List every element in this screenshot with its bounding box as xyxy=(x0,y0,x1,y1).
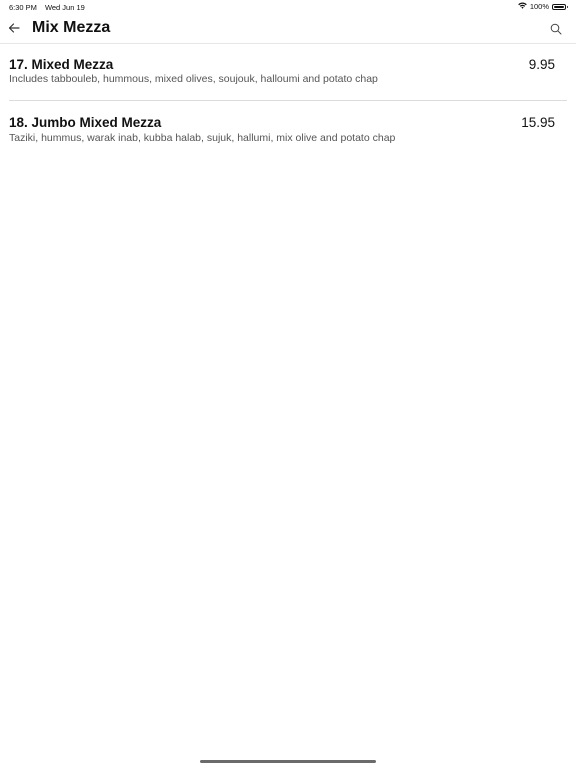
battery-fill xyxy=(554,5,564,8)
menu-item-price: 15.95 xyxy=(521,115,555,130)
search-button[interactable] xyxy=(550,22,562,35)
menu-list: 17. Mixed Mezza Includes tabbouleb, humm… xyxy=(9,44,567,157)
menu-item-name: 17. Mixed Mezza xyxy=(9,57,114,72)
page-title: Mix Mezza xyxy=(32,19,111,36)
menu-item[interactable]: 18. Jumbo Mixed Mezza Taziki, hummus, wa… xyxy=(9,101,567,157)
status-bar: 6:30 PM Wed Jun 19 100% xyxy=(0,0,576,14)
back-button[interactable] xyxy=(7,21,21,35)
menu-item-description: Taziki, hummus, warak inab, kubba halab,… xyxy=(9,132,396,144)
battery-icon xyxy=(552,3,568,10)
home-indicator[interactable] xyxy=(200,760,376,763)
header: Mix Mezza xyxy=(0,14,576,44)
battery-percent: 100% xyxy=(529,2,549,11)
status-date: Wed Jun 19 xyxy=(44,3,85,12)
status-right: 100% xyxy=(518,2,568,11)
menu-item-price: 9.95 xyxy=(528,57,555,72)
status-left: 6:30 PM Wed Jun 19 xyxy=(9,3,85,12)
menu-item-description: Includes tabbouleb, hummous, mixed olive… xyxy=(9,73,378,85)
status-time: 6:30 PM xyxy=(9,3,37,12)
menu-item[interactable]: 17. Mixed Mezza Includes tabbouleb, humm… xyxy=(9,44,567,101)
search-icon xyxy=(550,23,562,35)
arrow-left-icon xyxy=(8,23,20,33)
wifi-icon xyxy=(518,2,527,11)
menu-item-name: 18. Jumbo Mixed Mezza xyxy=(9,115,162,130)
